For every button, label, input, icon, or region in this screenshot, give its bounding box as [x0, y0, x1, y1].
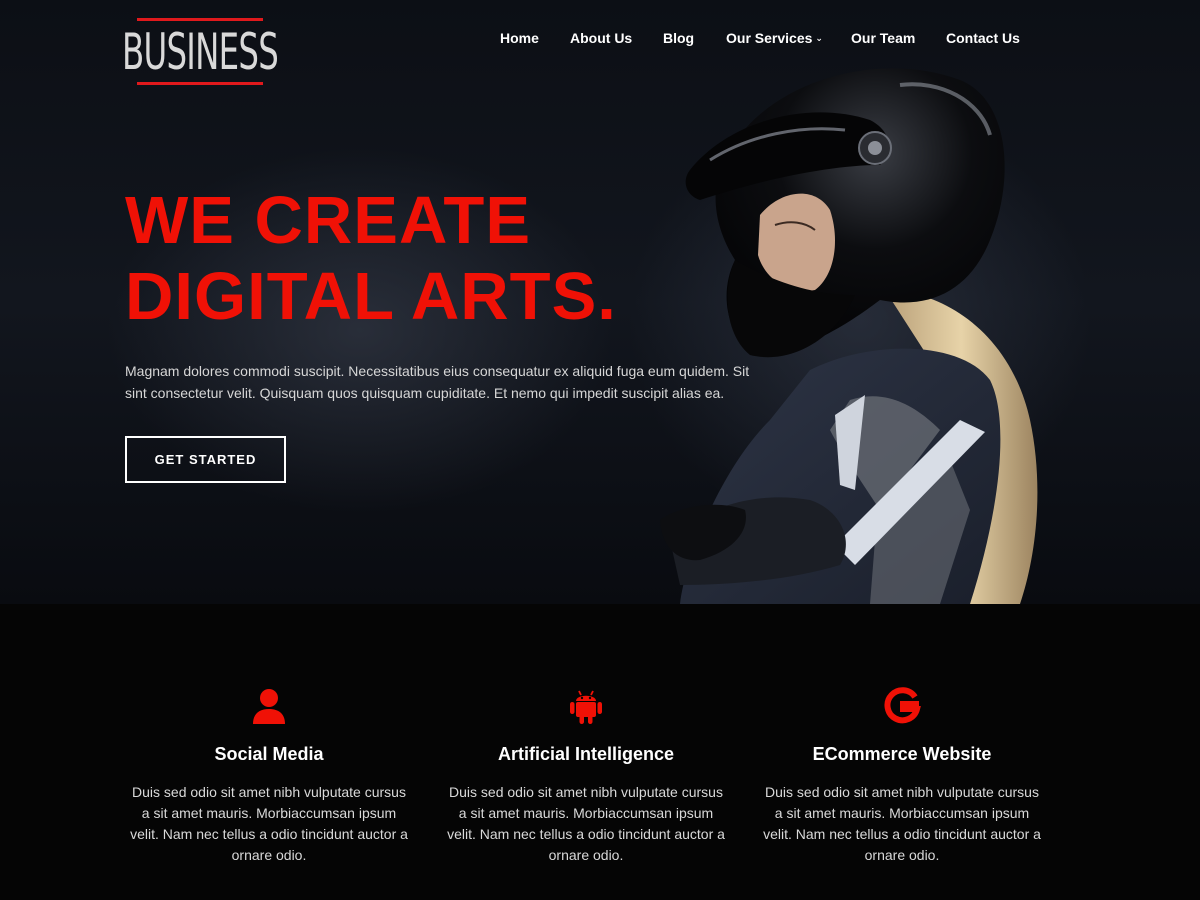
site-logo[interactable]: BUSINESS	[121, 18, 279, 86]
nav-item-about-us[interactable]: About Us	[570, 30, 632, 46]
hero-title-line-2: DIGITAL ARTS.	[125, 259, 617, 334]
logo-text: BUSINESS	[121, 23, 279, 81]
nav-item-home[interactable]: Home	[500, 30, 539, 46]
hero-description: Magnam dolores commodi suscipit. Necessi…	[125, 363, 750, 401]
get-started-label: GET STARTED	[154, 452, 257, 467]
user-icon	[253, 689, 285, 724]
hero-section: BUSINESS Home About Us Blog Our Services…	[0, 0, 1200, 604]
hero-title: WE CREATE DIGITAL ARTS.	[125, 183, 745, 335]
feature-title: Artificial Intelligence	[497, 744, 675, 764]
nav-item-label: About Us	[570, 30, 633, 46]
feature-title: ECommerce Website	[812, 744, 992, 764]
get-started-button[interactable]: GET STARTED	[125, 436, 286, 483]
features-section: Social Media Duis sed odio sit amet nibh…	[0, 604, 1200, 900]
nav-item-label: Home	[500, 30, 539, 46]
android-icon	[570, 690, 602, 724]
feature-text: Duis sed odio sit amet nibh vulputate cu…	[447, 784, 725, 863]
feature-text: Duis sed odio sit amet nibh vulputate cu…	[763, 784, 1041, 863]
feature-title: Social Media	[214, 744, 324, 764]
logo-bottom-bar	[137, 82, 263, 85]
hero-title-line-1: WE CREATE	[125, 183, 532, 258]
feature-text: Duis sed odio sit amet nibh vulputate cu…	[130, 784, 408, 863]
logo-top-bar	[137, 18, 263, 21]
google-icon	[884, 687, 921, 724]
